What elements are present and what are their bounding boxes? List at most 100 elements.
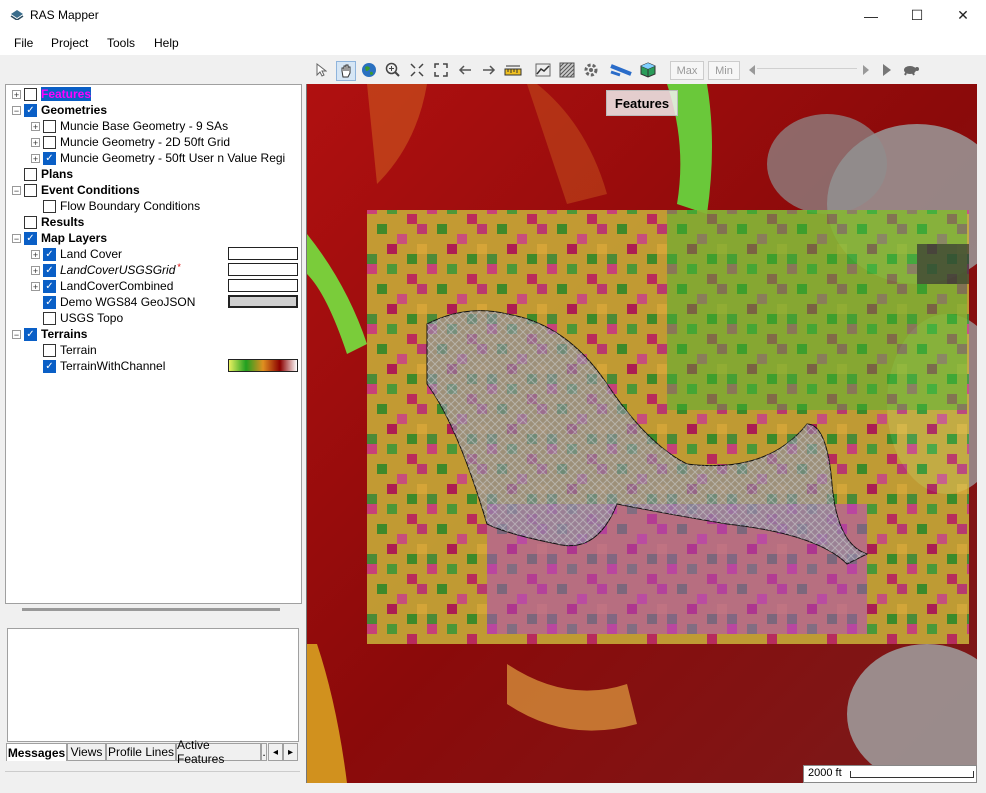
tree-item-results[interactable]: Results — [12, 214, 84, 230]
layer-checkbox[interactable] — [24, 183, 37, 197]
play-icon[interactable] — [878, 61, 896, 79]
tab-scroll-left-icon[interactable]: ◂ — [268, 743, 283, 761]
tree-item-terrain[interactable]: Terrain — [31, 342, 97, 358]
tree-item-label: Muncie Geometry - 50ft User n Value Regi — [60, 151, 286, 165]
layers-icon[interactable] — [610, 61, 632, 79]
layer-checkbox[interactable]: ✓ — [24, 327, 37, 341]
tree-item-terrainwithchannel[interactable]: ✓ TerrainWithChannel — [31, 358, 165, 374]
tree-item-muncie-geometry-50ft-user-n-value-regi[interactable]: + ✓ Muncie Geometry - 50ft User n Value Re… — [31, 150, 285, 166]
layer-checkbox[interactable]: ✓ — [24, 231, 37, 245]
menu-help[interactable]: Help — [154, 36, 179, 50]
tree-item-usgs-topo[interactable]: USGS Topo — [31, 310, 123, 326]
min-button[interactable]: Min — [708, 61, 740, 80]
ras-mapper-app-icon — [10, 8, 24, 21]
slider-right-icon[interactable] — [857, 61, 875, 79]
layer-checkbox[interactable]: ✓ — [43, 279, 56, 293]
minimize-button[interactable]: — — [848, 0, 894, 31]
layer-checkbox[interactable]: ✓ — [43, 247, 56, 261]
layer-legend-swatch[interactable] — [228, 247, 298, 260]
layer-checkbox[interactable] — [43, 199, 56, 213]
back-arrow-icon[interactable] — [456, 61, 474, 79]
expander-icon[interactable]: + — [31, 137, 40, 147]
maximize-button[interactable]: ☐ — [894, 0, 940, 31]
tree-item-label: Demo WGS84 GeoJSON — [60, 295, 196, 309]
layer-checkbox[interactable]: ✓ — [24, 103, 37, 117]
layer-checkbox[interactable] — [24, 87, 37, 101]
expander-icon[interactable]: + — [31, 281, 40, 291]
tab-overflow[interactable]: . — [261, 743, 267, 761]
tree-item-label: LandCoverUSGSGrid — [60, 263, 176, 277]
menu-file[interactable]: File — [14, 36, 33, 50]
tree-item-land-cover[interactable]: + ✓ Land Cover — [31, 246, 122, 262]
layer-legend-swatch[interactable] — [228, 359, 298, 372]
layer-legend-swatch[interactable] — [228, 295, 298, 308]
tree-item-plans[interactable]: Plans — [12, 166, 73, 182]
measure-icon[interactable] — [504, 61, 522, 79]
layer-checkbox[interactable] — [43, 119, 56, 133]
3d-cube-icon[interactable] — [639, 61, 657, 79]
expander-icon[interactable]: + — [31, 249, 40, 259]
layer-checkbox[interactable]: ✓ — [43, 359, 56, 373]
tab-scroll-right-icon[interactable]: ▸ — [283, 743, 298, 761]
tree-item-label: Muncie Geometry - 2D 50ft Grid — [60, 135, 231, 149]
full-extent-icon[interactable] — [432, 61, 450, 79]
expander-icon[interactable]: + — [31, 153, 40, 163]
expander-icon[interactable]: + — [12, 89, 21, 99]
tree-item-label: TerrainWithChannel — [60, 359, 166, 373]
layer-checkbox[interactable]: ✓ — [43, 295, 56, 309]
tree-item-map-layers[interactable]: − ✓ Map Layers — [12, 230, 107, 246]
tree-horizontal-scrollbar[interactable] — [22, 608, 280, 611]
layer-checkbox[interactable] — [43, 311, 56, 325]
time-slider-track[interactable] — [757, 68, 857, 69]
tree-item-geometries[interactable]: − ✓ Geometries — [12, 102, 107, 118]
tab-messages[interactable]: Messages — [6, 743, 67, 761]
menu-tools[interactable]: Tools — [107, 36, 135, 50]
tree-item-muncie-base-geometry-9-sas[interactable]: + Muncie Base Geometry - 9 SAs — [31, 118, 228, 134]
window-title: RAS Mapper — [30, 8, 99, 22]
tree-item-muncie-geometry-2d-50ft-grid[interactable]: + Muncie Geometry - 2D 50ft Grid — [31, 134, 230, 150]
zoom-extents-icon[interactable] — [408, 61, 426, 79]
tree-item-landcoverusgsgrid[interactable]: + ✓ LandCoverUSGSGrid * — [31, 262, 181, 278]
slider-left-icon[interactable] — [743, 61, 761, 79]
grid-icon[interactable] — [558, 61, 576, 79]
close-button[interactable]: ✕ — [940, 0, 986, 31]
tree-item-flow-boundary-conditions[interactable]: Flow Boundary Conditions — [31, 198, 200, 214]
expander-icon[interactable]: − — [12, 233, 21, 243]
layer-checkbox[interactable]: ✓ — [43, 151, 56, 165]
max-button[interactable]: Max — [670, 61, 704, 80]
tab-profile-lines[interactable]: Profile Lines — [106, 743, 176, 761]
expander-icon[interactable]: − — [12, 105, 21, 115]
tree-item-label: Results — [41, 215, 85, 229]
settings-wrench-icon[interactable] — [582, 61, 600, 79]
globe-icon[interactable] — [360, 61, 378, 79]
expander-icon[interactable]: + — [31, 121, 40, 131]
layer-checkbox[interactable]: ✓ — [43, 263, 56, 277]
tree-item-features[interactable]: + Features — [12, 86, 92, 102]
tree-item-event-conditions[interactable]: − Event Conditions — [12, 182, 140, 198]
layer-checkbox[interactable] — [24, 215, 37, 229]
pointer-icon[interactable] — [312, 61, 330, 79]
forward-arrow-icon[interactable] — [480, 61, 498, 79]
zoom-in-icon[interactable] — [384, 61, 402, 79]
expander-icon[interactable]: − — [12, 329, 21, 339]
menu-project[interactable]: Project — [51, 36, 88, 50]
turtle-icon[interactable] — [902, 61, 920, 79]
tree-item-demo-wgs84-geojson[interactable]: ✓ Demo WGS84 GeoJSON — [31, 294, 195, 310]
layer-checkbox[interactable] — [43, 135, 56, 149]
modified-marker: * — [177, 262, 181, 272]
layer-checkbox[interactable] — [24, 167, 37, 181]
tree-item-landcovercombined[interactable]: + ✓ LandCoverCombined — [31, 278, 173, 294]
tree-item-terrains[interactable]: − ✓ Terrains — [12, 326, 87, 342]
terrain-map-canvas[interactable] — [307, 84, 977, 783]
layer-legend-swatch[interactable] — [228, 263, 298, 276]
map-view[interactable] — [306, 84, 977, 783]
layer-checkbox[interactable] — [43, 343, 56, 357]
layer-legend-swatch[interactable] — [228, 279, 298, 292]
profile-icon[interactable] — [534, 61, 552, 79]
expander-icon[interactable]: − — [12, 185, 21, 195]
expander-icon[interactable]: + — [31, 265, 40, 275]
menu-bar — [0, 31, 986, 55]
tab-views[interactable]: Views — [67, 743, 106, 761]
tab-active-features[interactable]: Active Features — [176, 738, 261, 766]
pan-hand-icon[interactable] — [336, 61, 356, 81]
